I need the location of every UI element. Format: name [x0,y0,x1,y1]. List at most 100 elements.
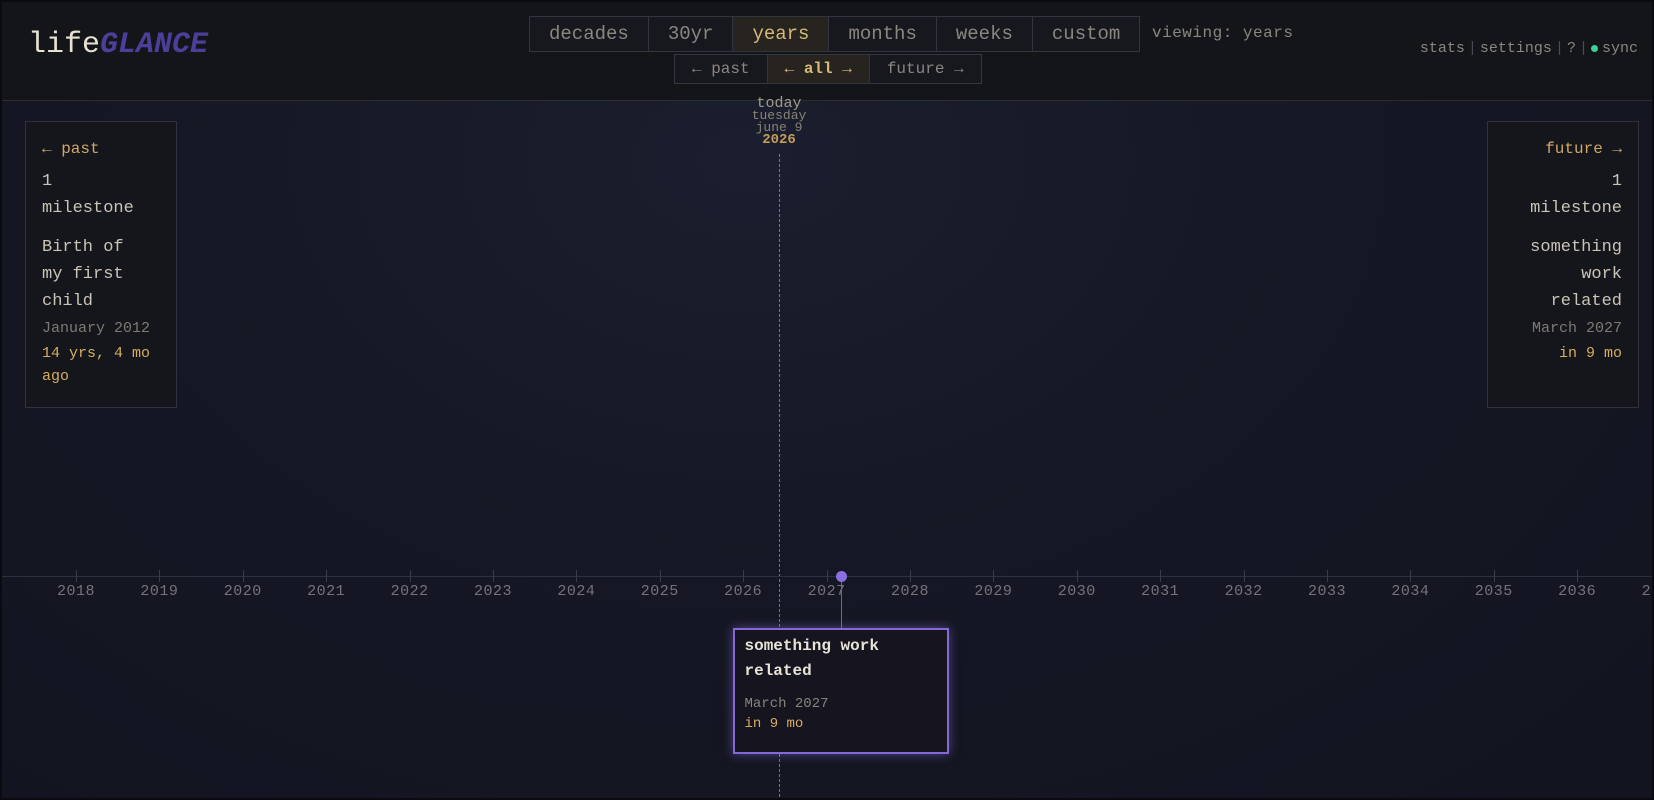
year-tick-label: 2029 [974,583,1013,600]
year-tick-label: 2028 [890,583,930,600]
event-card[interactable]: something work related March 2027 in 9 m… [732,628,949,754]
year-tick [326,570,328,582]
logo-text-life: life [28,28,101,62]
year-tick-label: 2033 [1307,583,1347,600]
year-tick-label: 2037 [1641,583,1652,600]
sync-status-icon [1590,45,1598,52]
past-milestone-name[interactable]: Birth of my first child [42,234,160,315]
future-count-number: 1 [1611,172,1622,191]
range-tab-all[interactable]: ← all → [767,55,870,83]
year-tick-label: 2034 [1391,583,1430,600]
header: lifeGLANCE decades 30yr years months weeks cu… [2,2,1652,101]
event-connector [840,582,842,628]
year-tick [1160,570,1162,582]
year-tick [1577,570,1579,582]
stats-link[interactable]: stats [1420,40,1465,57]
event-title-line: related [744,662,812,680]
year-tick-label: 2023 [473,583,513,600]
year-tick [1327,570,1328,582]
year-tick-label: 2020 [223,583,262,600]
year-tick [1493,570,1495,582]
range-tab-future[interactable]: future → [870,55,981,83]
year-tick [1410,570,1412,582]
year-tick-label: 2018 [56,583,96,600]
top-links: stats | settings | ? | sync [1420,40,1638,57]
year-tick [743,570,745,582]
year-tick [242,570,244,582]
past-relative-line: ago [42,368,70,385]
year-tick-label: 2035 [1474,583,1513,600]
past-name-line: Birth of [42,238,124,257]
year-tick-label: 2031 [1141,583,1180,600]
separator: | [1467,40,1477,57]
year-tick-label: 2019 [140,583,179,600]
year-tick-label: 2026 [724,583,763,600]
today-year: 2026 [762,132,796,148]
zoom-tab-custom[interactable]: custom [1033,17,1139,51]
range-tab-past[interactable]: ← past [675,55,768,83]
today-marker-label: today tuesday june 9 2026 [729,96,829,148]
future-milestone-relative: in 9 mo [1504,342,1622,365]
future-name-line: something [1530,238,1622,257]
future-count-word: milestone [1530,199,1622,218]
year-tick-label: 2025 [640,583,679,600]
past-relative-line: 14 yrs, 4 mo [42,345,151,362]
zoom-tab-decades[interactable]: decades [530,17,649,51]
year-tick-label: 2030 [1057,583,1096,600]
future-panel-title[interactable]: future → [1504,136,1622,163]
past-panel: ← past 1 milestone Birth of my first chi… [25,121,177,408]
zoom-tab-weeks[interactable]: weeks [937,17,1033,51]
future-milestone-name[interactable]: something work related [1504,234,1622,315]
year-tick [409,570,411,582]
past-milestone-date: January 2012 [42,320,151,337]
zoom-tab-years[interactable]: years [733,17,830,51]
year-tick [826,570,828,582]
zoom-tab-months[interactable]: months [829,17,937,51]
event-title: something work related [745,634,937,684]
year-tick [659,570,661,582]
year-tick [1076,570,1078,582]
future-milestone-date: March 2027 [1531,320,1622,337]
past-milestone-count: 1 milestone [42,168,160,222]
sync-label: sync [1601,40,1638,57]
year-tick [159,570,161,582]
future-name-line: related [1550,292,1622,311]
range-tabs: ← past ← all → future → [674,54,982,84]
event-marker[interactable] [835,571,847,582]
settings-link[interactable]: settings [1480,40,1552,57]
year-tick [493,570,494,582]
past-name-line: child [42,292,94,311]
year-tick-label: 2021 [307,583,346,600]
zoom-tab-30yr[interactable]: 30yr [649,17,734,51]
year-tick [910,570,911,582]
event-relative: in 9 mo [744,716,804,732]
year-tick [76,570,77,582]
year-tick-label: 2024 [557,583,596,600]
year-tick-label: 2036 [1558,583,1597,600]
year-tick [993,570,995,582]
separator: | [1578,40,1588,57]
past-count-word: milestone [42,199,134,218]
past-milestone-relative: 14 yrs, 4 mo ago [42,342,160,388]
app-window: lifeGLANCE decades 30yr years months weeks cu… [0,0,1654,800]
future-milestone-count: 1 milestone [1504,168,1622,222]
help-link[interactable]: ? [1567,40,1576,57]
year-tick-label: 2022 [390,583,429,600]
future-name-line: work [1581,265,1622,284]
viewing-indicator: viewing: years [1152,24,1294,42]
year-tick [576,570,578,582]
logo: lifeGLANCE [28,28,208,62]
past-count-number: 1 [42,172,53,191]
sync-button[interactable]: sync [1590,40,1638,57]
event-date: March 2027 [744,696,829,712]
future-panel: future → 1 milestone something work rela… [1487,121,1639,408]
zoom-tabs: decades 30yr years months weeks custom [529,16,1141,52]
past-name-line: my first [42,265,124,284]
year-tick-label: 2032 [1224,583,1263,600]
year-tick [1243,570,1245,582]
event-title-line: something work [744,637,879,655]
future-relative-line: in 9 mo [1558,345,1622,362]
separator: | [1554,40,1564,57]
past-panel-title[interactable]: ← past [42,136,160,163]
logo-text-glance: GLANCE [100,28,209,62]
